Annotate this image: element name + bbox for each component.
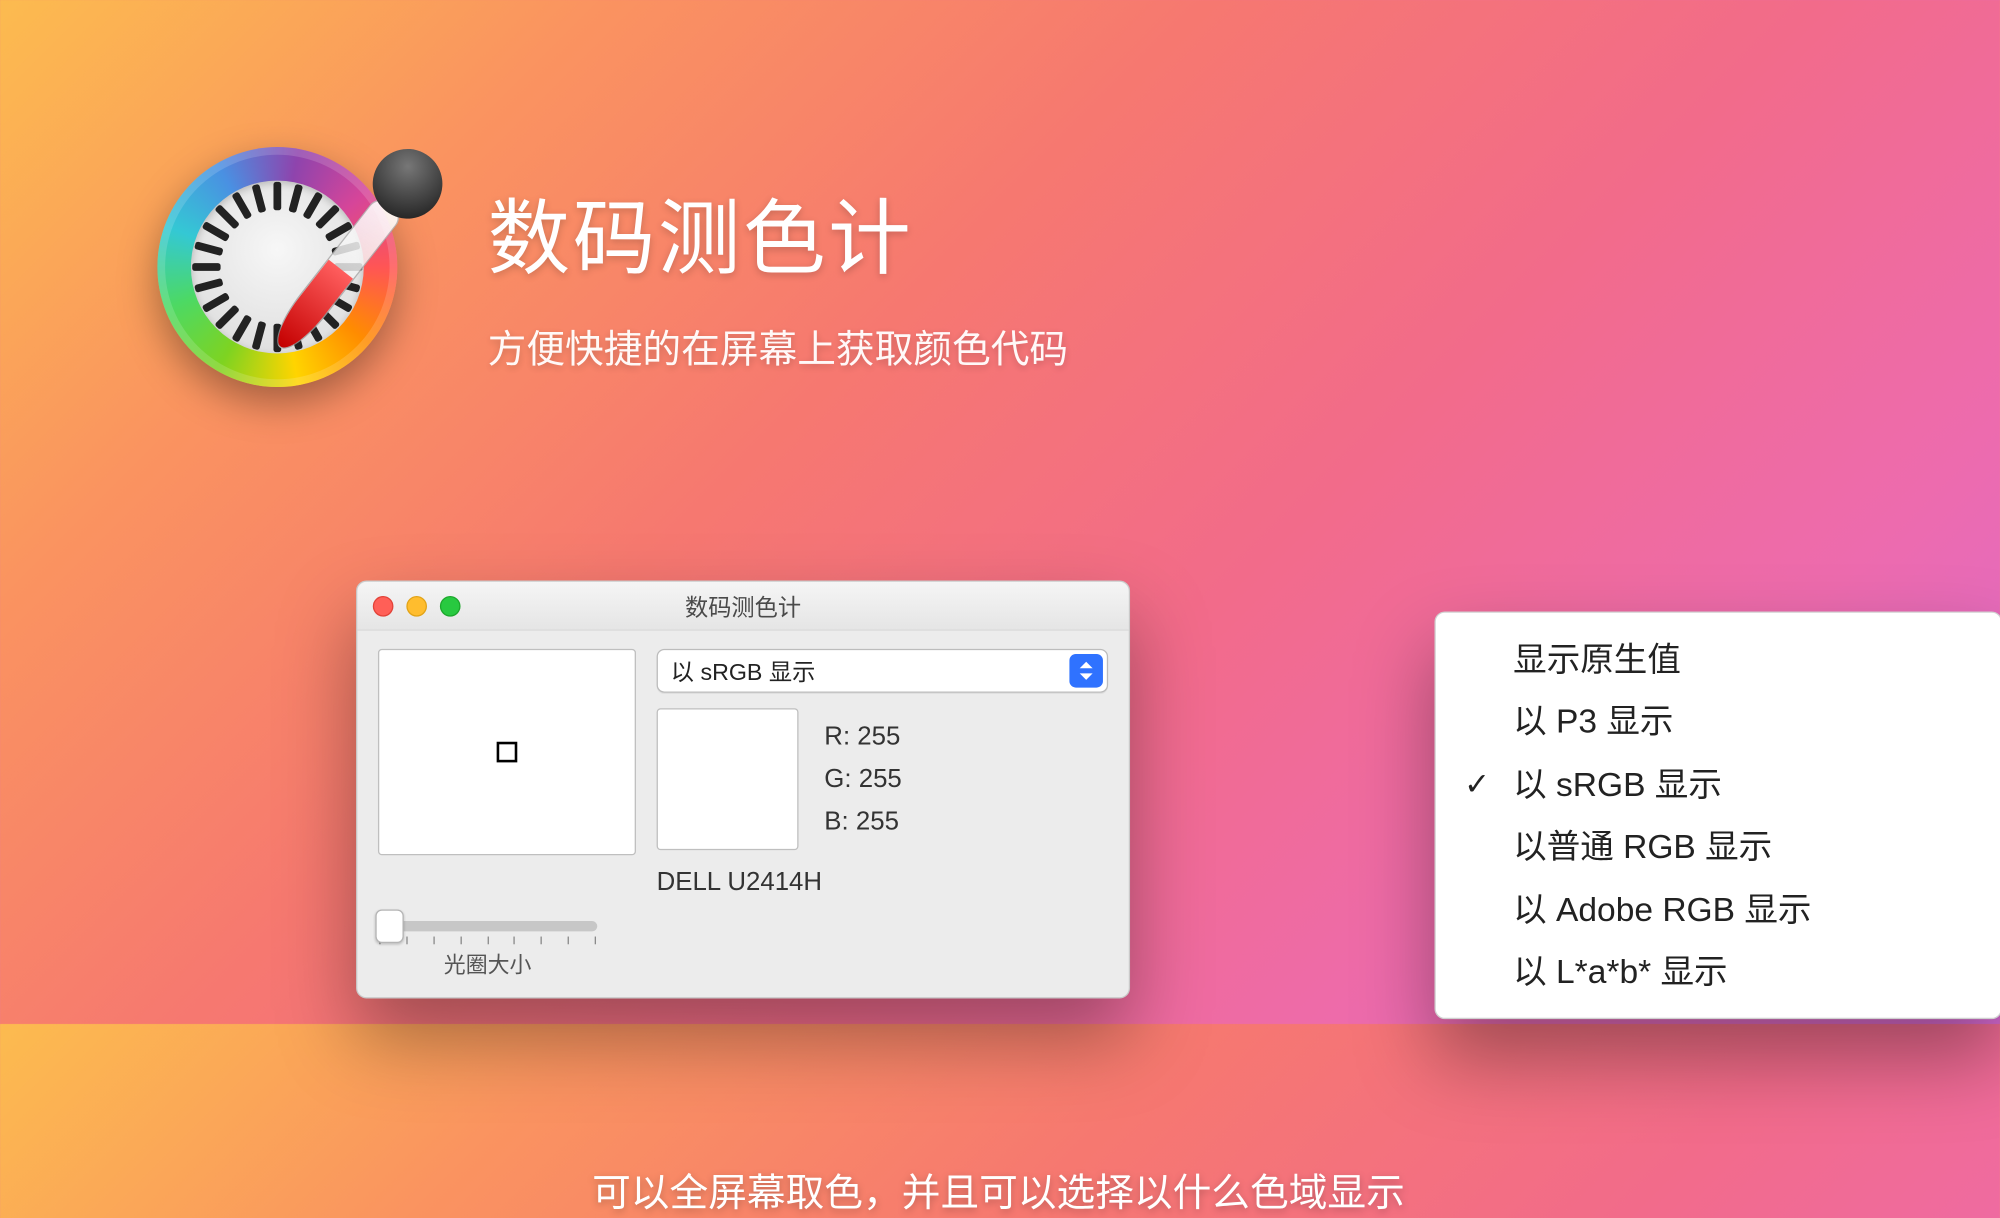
slider-thumb[interactable]: [375, 909, 403, 943]
menu-item-colorspace[interactable]: 以 P3 显示: [1436, 691, 2000, 753]
window-title: 数码测色计: [357, 589, 1128, 623]
caption: 可以全屏幕取色，并且可以选择以什么色域显示: [0, 1161, 1997, 1218]
menu-item-label: 以 L*a*b* 显示: [1513, 952, 1727, 991]
slider-ticks: [378, 937, 597, 945]
aperture-indicator: [497, 742, 518, 763]
header: 数码测色计 方便快捷的在屏幕上获取颜色代码: [129, 119, 1068, 416]
menu-item-colorspace[interactable]: 以普通 RGB 显示: [1436, 816, 2000, 878]
zoom-button[interactable]: [440, 595, 461, 616]
colorspace-selected-label: 以 sRGB 显示: [671, 654, 816, 688]
close-button[interactable]: [373, 595, 394, 616]
color-meter-window: 数码测色计 以 sRGB 显示 R: 255 G: 255: [356, 581, 1130, 999]
magnifier-preview: [378, 649, 636, 855]
menu-item-colorspace[interactable]: ✓ 以 sRGB 显示: [1436, 753, 2000, 815]
menu-item-colorspace[interactable]: 以 L*a*b* 显示: [1436, 940, 2000, 1002]
colorspace-select[interactable]: 以 sRGB 显示: [657, 649, 1109, 693]
titlebar[interactable]: 数码测色计: [357, 582, 1128, 631]
menu-item-label: 以普通 RGB 显示: [1513, 827, 1772, 866]
aperture-label: 光圈大小: [378, 947, 597, 979]
menu-item-colorspace[interactable]: 以 Adobe RGB 显示: [1436, 878, 2000, 940]
chevron-updown-icon: [1069, 654, 1103, 688]
aperture-slider[interactable]: [378, 921, 597, 931]
display-name-label: DELL U2414H: [657, 868, 1109, 898]
menu-item-label: 以 Adobe RGB 显示: [1513, 890, 1811, 929]
rgb-readout: R: 255 G: 255 B: 255: [824, 708, 901, 850]
app-title: 数码测色计: [488, 173, 1069, 292]
check-icon: ✓: [1464, 763, 1490, 806]
menu-item-colorspace[interactable]: 显示原生值: [1436, 628, 2000, 690]
menu-item-label: 显示原生值: [1513, 640, 1681, 679]
menu-item-label: 以 sRGB 显示: [1513, 765, 1722, 804]
menu-item-label: 以 P3 显示: [1513, 702, 1673, 741]
color-swatch: [657, 708, 799, 850]
app-subtitle: 方便快捷的在屏幕上获取颜色代码: [488, 317, 1069, 374]
digital-color-meter-icon: [129, 119, 426, 416]
minimize-button[interactable]: [406, 595, 427, 616]
colorspace-menu[interactable]: 显示原生值以 P3 显示 ✓ 以 sRGB 显示以普通 RGB 显示以 Adobe …: [1434, 611, 2000, 1019]
